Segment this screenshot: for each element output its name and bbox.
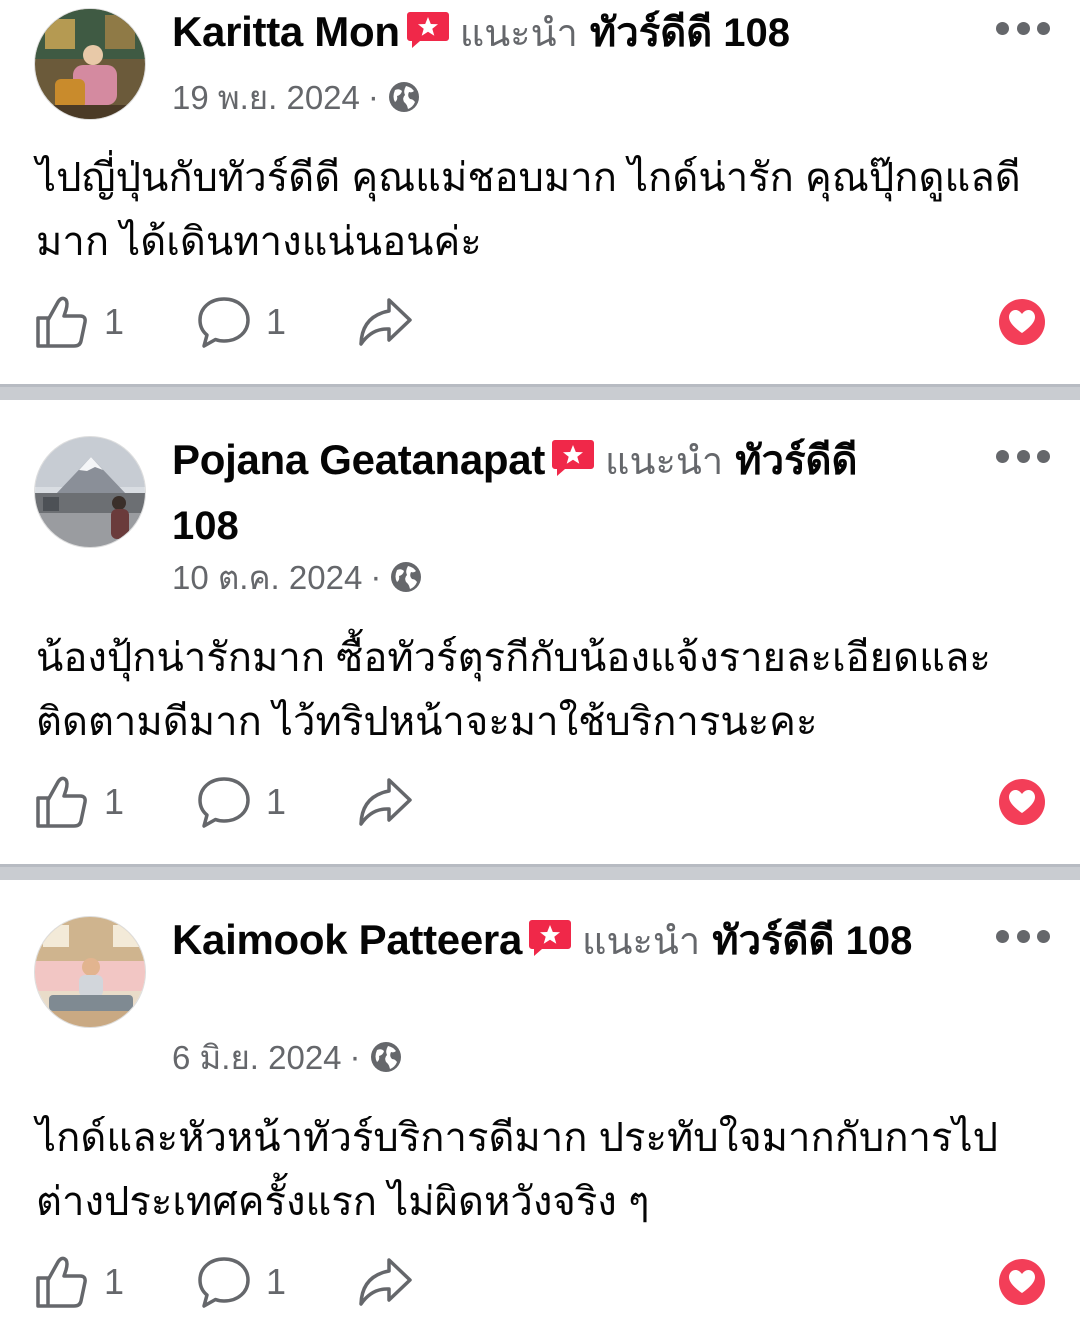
- globe-icon: [387, 80, 421, 114]
- post-date[interactable]: 6 มิ.ย. 2024: [172, 1031, 342, 1084]
- meta-separator: ·: [370, 558, 382, 595]
- thumbs-up-icon: [36, 1256, 87, 1308]
- recommends-label: แนะนำ: [605, 441, 724, 483]
- post-date[interactable]: 19 พ.ย. 2024: [172, 71, 360, 124]
- like-count: 1: [104, 781, 125, 822]
- recommends-label: แนะนำ: [582, 921, 701, 963]
- like-button[interactable]: 1: [34, 770, 124, 834]
- meta-separator: ·: [349, 1038, 361, 1075]
- page-name[interactable]: ทัวร์ดีดี 108: [590, 11, 790, 55]
- share-button[interactable]: [356, 1250, 414, 1314]
- post-actions: 1 1: [0, 290, 1080, 354]
- share-icon: [359, 1258, 412, 1306]
- post-text: ไกด์และหัวหน้าทัวร์บริการดีมาก ประทับใจม…: [36, 1116, 998, 1224]
- like-count: 1: [104, 301, 125, 342]
- post-divider: [0, 384, 1080, 400]
- avatar-photo: [35, 437, 145, 547]
- page-name[interactable]: ทัวร์ดีดี 108: [712, 919, 912, 963]
- comment-count: 1: [266, 1261, 287, 1302]
- post-date[interactable]: 10 ต.ค. 2024: [172, 551, 362, 604]
- thumbs-up-icon: [36, 296, 87, 348]
- love-reaction-icon[interactable]: [998, 1258, 1046, 1306]
- globe-icon: [389, 560, 423, 594]
- share-button[interactable]: [356, 290, 414, 354]
- post-meta: 19 พ.ย. 2024 ·: [172, 76, 421, 118]
- review-post-3: Kaimook Patteera แนะนำ ทัวร์ดีดี 108 6 มิ.…: [0, 880, 1080, 1330]
- comment-count: 1: [266, 301, 287, 342]
- recommends-label: แนะนำ: [459, 13, 578, 55]
- share-button[interactable]: [356, 770, 414, 834]
- avatar[interactable]: [34, 8, 146, 120]
- post-divider: [0, 864, 1080, 880]
- more-options-icon[interactable]: [996, 20, 1050, 36]
- author-name[interactable]: Pojana Geatanapat: [172, 436, 545, 483]
- post-header: Karitta Mon แนะนำ ทัวร์ดีดี 108: [172, 4, 932, 70]
- comment-icon: [198, 777, 250, 828]
- globe-icon: [369, 1040, 403, 1074]
- review-post-2: Pojana Geatanapat แนะนำ ทัวร์ดีดี 108 10 ต…: [0, 400, 1080, 864]
- comment-button[interactable]: 1: [196, 770, 286, 834]
- post-header: Kaimook Patteera แนะนำ ทัวร์ดีดี 108: [172, 912, 932, 978]
- comment-button[interactable]: 1: [196, 1250, 286, 1314]
- avatar[interactable]: [34, 916, 146, 1028]
- post-actions: 1 1: [0, 1250, 1080, 1314]
- author-name[interactable]: Kaimook Patteera: [172, 916, 522, 963]
- recommendation-badge-icon: [406, 10, 450, 50]
- post-text: ไปญี่ปุ่นกับทัวร์ดีดี คุณแม่ชอบมาก ไกด์น…: [36, 156, 1021, 264]
- review-post-1: Karitta Mon แนะนำ ทัวร์ดีดี 108 19 พ.ย. 20…: [0, 0, 1080, 384]
- meta-separator: ·: [367, 78, 379, 115]
- comment-button[interactable]: 1: [196, 290, 286, 354]
- avatar-photo: [35, 917, 145, 1027]
- like-button[interactable]: 1: [34, 1250, 124, 1314]
- more-options-icon[interactable]: [996, 928, 1050, 944]
- post-header: Pojana Geatanapat แนะนำ ทัวร์ดีดี 108: [172, 432, 932, 563]
- post-text: น้องปุ้กน่ารักมาก ซื้อทัวร์ตุรกีกับน้องแ…: [36, 636, 991, 744]
- author-name[interactable]: Karitta Mon: [172, 8, 400, 55]
- share-icon: [359, 298, 412, 346]
- share-icon: [359, 778, 412, 826]
- recommendation-badge-icon: [551, 438, 595, 478]
- comment-icon: [198, 297, 250, 348]
- like-count: 1: [104, 1261, 125, 1302]
- recommendation-badge-icon: [528, 918, 572, 958]
- avatar[interactable]: [34, 436, 146, 548]
- post-actions: 1 1: [0, 770, 1080, 834]
- thumbs-up-icon: [36, 776, 87, 828]
- comment-icon: [198, 1257, 250, 1308]
- avatar-photo: [35, 9, 145, 119]
- comment-count: 1: [266, 781, 287, 822]
- post-meta: 6 มิ.ย. 2024 ·: [172, 1036, 403, 1078]
- love-reaction-icon[interactable]: [998, 778, 1046, 826]
- love-reaction-icon[interactable]: [998, 298, 1046, 346]
- post-meta: 10 ต.ค. 2024 ·: [172, 556, 423, 598]
- like-button[interactable]: 1: [34, 290, 124, 354]
- more-options-icon[interactable]: [996, 448, 1050, 464]
